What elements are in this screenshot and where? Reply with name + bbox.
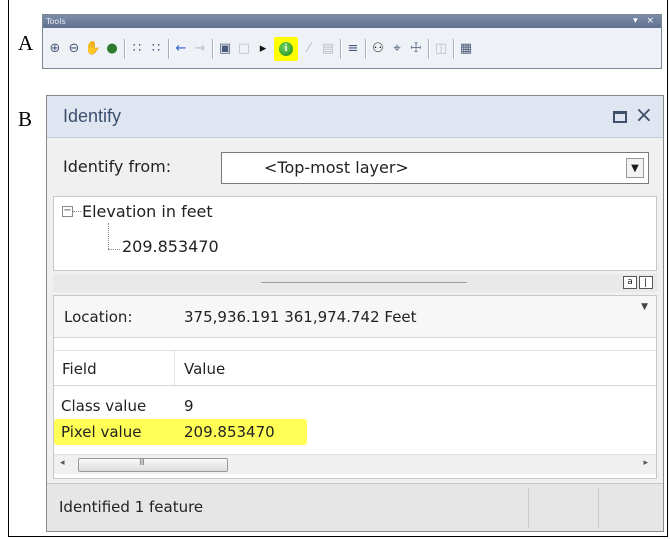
viewer-window-icon[interactable]: ▦: [458, 41, 474, 57]
identify-window: Identify × Identify from: <Top-most laye…: [46, 95, 664, 532]
table-row[interactable]: Class value 9: [54, 393, 656, 419]
tree-connector: [108, 223, 109, 249]
split-view-icon[interactable]: [639, 276, 653, 289]
maximize-icon[interactable]: [613, 111, 627, 123]
tools-toolbar: Tools ▾ × ⊕ ⊖ ✋ ● ∷ ∷ ← → ▣ □ ▸ i ⁄ ▤ ≡ …: [42, 14, 662, 69]
select-elements-icon[interactable]: ▸: [255, 41, 271, 57]
tree-connector: [108, 249, 120, 250]
results-tree: − Elevation in feet 209.853470: [53, 196, 657, 271]
scroll-left-icon[interactable]: ◂: [60, 458, 65, 468]
toolbar-separator: [340, 39, 342, 59]
back-arrow-icon[interactable]: ←: [173, 41, 189, 57]
location-options-icon[interactable]: ▼: [641, 302, 648, 312]
measure-icon[interactable]: ≡: [345, 41, 361, 57]
full-extent-globe-icon[interactable]: ●: [104, 41, 120, 57]
scroll-thumb[interactable]: [78, 458, 228, 472]
pane-splitter[interactable]: a: [53, 274, 657, 292]
column-divider[interactable]: [174, 351, 175, 387]
cell-value: 9: [184, 397, 194, 415]
fixed-zoom-in-icon[interactable]: ∷: [129, 41, 145, 57]
column-header-field[interactable]: Field: [62, 360, 97, 378]
toolbar-separator: [212, 39, 214, 59]
status-bar: Identified 1 feature: [47, 483, 663, 531]
close-icon[interactable]: ×: [635, 103, 653, 129]
table-header: Field Value: [54, 350, 656, 387]
toolbar-separator: [365, 39, 367, 59]
column-header-value[interactable]: Value: [184, 360, 225, 378]
cell-field: Pixel value: [61, 423, 142, 441]
cell-value: 209.853470: [184, 423, 275, 441]
table-row-highlighted[interactable]: Pixel value 209.853470: [54, 419, 656, 445]
tree-connector: [73, 211, 81, 212]
toolbar-separator: [168, 39, 170, 59]
identify-from-label: Identify from:: [63, 157, 172, 176]
collapse-icon[interactable]: −: [62, 206, 73, 217]
location-value: 375,936.191 361,974.742 Feet: [184, 308, 417, 326]
identify-titlebar: Identify ×: [47, 96, 663, 138]
tree-node-layer[interactable]: Elevation in feet: [82, 202, 213, 221]
fixed-zoom-out-icon[interactable]: ∷: [148, 41, 164, 57]
toolbar-window-controls[interactable]: ▾ ×: [633, 15, 657, 28]
location-label: Location:: [64, 308, 133, 326]
identify-from-dropdown[interactable]: <Top-most layer> ▼: [221, 152, 649, 184]
zoom-out-icon[interactable]: ⊖: [66, 41, 82, 57]
status-divider: [598, 488, 599, 528]
alphabetical-view-icon[interactable]: a: [623, 276, 637, 289]
find-binoculars-icon[interactable]: ⚇: [370, 41, 386, 57]
zoom-in-icon[interactable]: ⊕: [47, 41, 63, 57]
scroll-right-icon[interactable]: ▸: [643, 458, 648, 468]
status-text: Identified 1 feature: [59, 498, 204, 516]
cell-field: Class value: [61, 397, 147, 415]
identify-icon: i: [279, 42, 293, 56]
identify-tool-button[interactable]: i: [274, 37, 298, 61]
location-row: Location: 375,936.191 361,974.742 Feet ▼: [54, 296, 656, 338]
chevron-down-icon[interactable]: ▼: [626, 158, 644, 178]
identify-from-value: <Top-most layer>: [264, 158, 409, 177]
pan-hand-icon[interactable]: ✋: [85, 41, 101, 57]
find-route-icon[interactable]: ⌖: [389, 41, 405, 57]
hyperlink-icon[interactable]: ⁄: [301, 41, 317, 57]
horizontal-scrollbar[interactable]: ◂ ▸: [54, 454, 656, 474]
toolbar-separator: [453, 39, 455, 59]
select-features-icon[interactable]: ▣: [217, 41, 233, 57]
toolbar-separator: [428, 39, 430, 59]
forward-arrow-icon[interactable]: →: [192, 41, 208, 57]
panel-label-a: A: [18, 31, 34, 55]
toolbar-separator: [124, 39, 126, 59]
toolbar-titlebar: Tools ▾ ×: [43, 15, 661, 28]
clear-selection-icon[interactable]: □: [236, 41, 252, 57]
attribute-details-pane: Location: 375,936.191 361,974.742 Feet ▼…: [53, 295, 657, 479]
go-to-xy-icon[interactable]: ☩: [408, 41, 424, 57]
html-popup-icon[interactable]: ▤: [320, 41, 336, 57]
time-slider-icon[interactable]: ◫: [433, 41, 449, 57]
toolbar-icon-row: ⊕ ⊖ ✋ ● ∷ ∷ ← → ▣ □ ▸ i ⁄ ▤ ≡ ⚇ ⌖ ☩ ◫ ▦: [43, 31, 661, 67]
toolbar-title: Tools: [46, 17, 66, 26]
panel-label-b: B: [18, 107, 33, 131]
splitter-grip: [261, 282, 467, 283]
tree-node-feature[interactable]: 209.853470: [122, 237, 219, 256]
status-divider: [528, 488, 529, 528]
identify-title: Identify: [63, 106, 122, 126]
